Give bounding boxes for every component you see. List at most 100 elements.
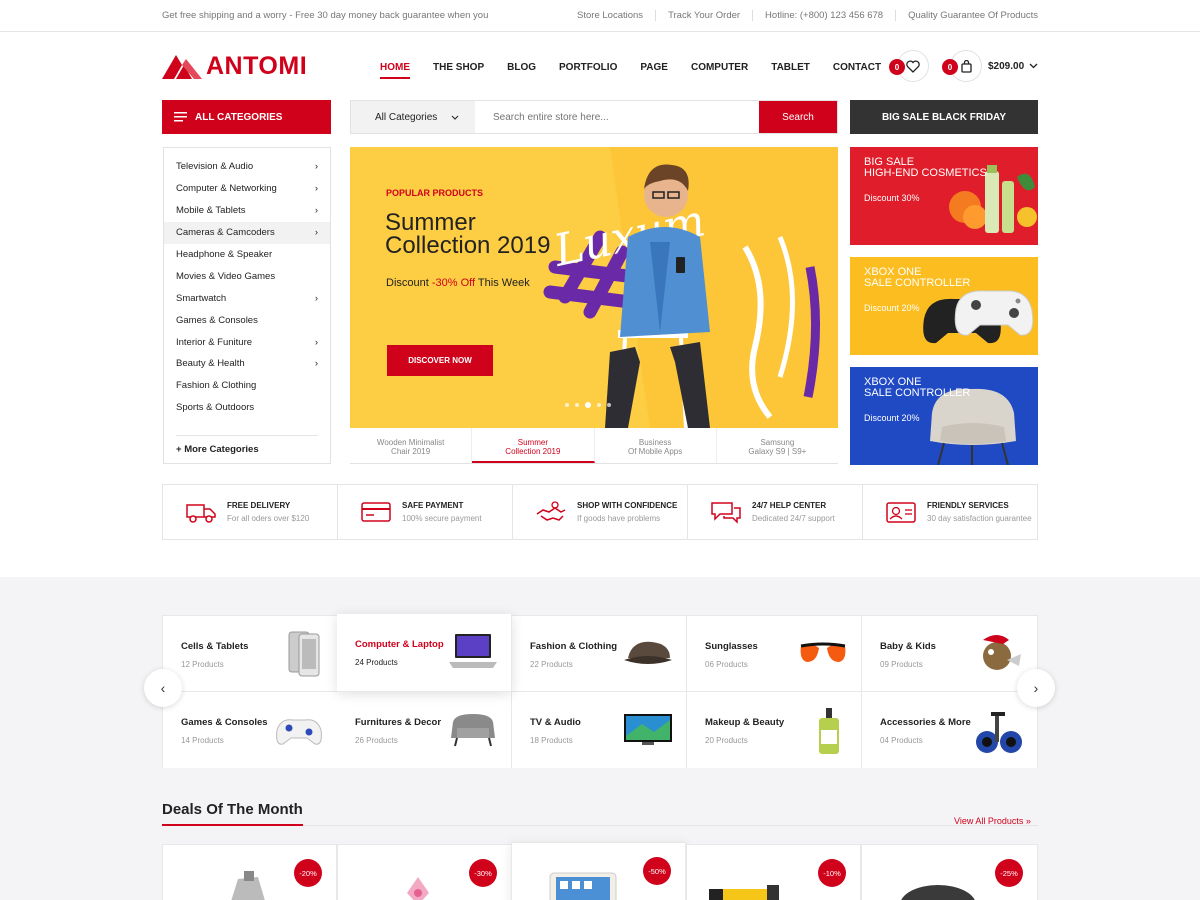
category-count: 12 Products bbox=[181, 660, 224, 669]
nav-tablet[interactable]: TABLET bbox=[771, 62, 810, 79]
nav-blog[interactable]: BLOG bbox=[507, 62, 536, 79]
tab-line: Chair 2019 bbox=[391, 447, 431, 456]
category-card-games-consoles[interactable]: Games & Consoles 14 Products bbox=[163, 692, 338, 768]
deal-product-card[interactable]: -10% bbox=[686, 844, 861, 900]
category-card-cells-tablets[interactable]: Cells & Tablets 12 Products bbox=[163, 616, 338, 692]
category-next-button[interactable]: › bbox=[1017, 669, 1055, 707]
category-card-sunglasses[interactable]: Sunglasses 06 Products bbox=[687, 616, 862, 692]
slider-tab-4[interactable]: Samsung Galaxy S9 | S9+ bbox=[717, 428, 838, 463]
search-category-select[interactable]: All Categories bbox=[351, 101, 475, 133]
nav-page[interactable]: PAGE bbox=[640, 62, 668, 79]
store-locations-link[interactable]: Store Locations bbox=[577, 10, 655, 21]
tv-image bbox=[624, 714, 672, 745]
slider-tab-3[interactable]: Business Of Mobile Apps bbox=[595, 428, 717, 463]
promo-title: BIG SALE HIGH-END COSMETICS bbox=[864, 157, 987, 179]
category-card-baby-kids[interactable]: Baby & Kids 09 Products bbox=[862, 616, 1037, 692]
all-categories-button[interactable]: ALL CATEGORIES bbox=[162, 100, 331, 134]
category-item-headphone-speaker[interactable]: Headphone & Speaker bbox=[164, 244, 330, 266]
nav-home[interactable]: HOME bbox=[380, 62, 410, 79]
deal-product-card[interactable]: -20% bbox=[162, 844, 337, 900]
category-label: Sports & Outdoors bbox=[176, 402, 255, 414]
search-input[interactable] bbox=[475, 101, 759, 133]
wishlist-button[interactable]: 0 bbox=[889, 50, 929, 84]
category-item-smartwatch[interactable]: Smartwatch › bbox=[164, 287, 330, 309]
slider-dot[interactable] bbox=[575, 403, 579, 407]
promo-line2: SALE CONTROLLER bbox=[864, 277, 971, 289]
category-item-cameras-camcoders[interactable]: Cameras & Camcoders › bbox=[164, 221, 330, 244]
chat-icon bbox=[711, 502, 741, 524]
category-count: 09 Products bbox=[880, 660, 923, 669]
category-label: Fashion & Clothing bbox=[176, 380, 257, 392]
search-button[interactable]: Search bbox=[759, 101, 837, 133]
chevron-right-icon: › bbox=[314, 336, 318, 348]
logo-text: ANTOMI bbox=[206, 52, 308, 80]
discover-now-button[interactable]: DISCOVER NOW bbox=[387, 345, 493, 376]
category-item-interior-funiture[interactable]: Interior & Funiture › bbox=[164, 331, 330, 353]
category-label: Smartwatch bbox=[176, 292, 227, 304]
category-item-games-consoles[interactable]: Games & Consoles bbox=[164, 309, 330, 331]
promo-discount: Discount 30% bbox=[864, 193, 920, 203]
deal-product-card[interactable]: -50% bbox=[511, 842, 686, 900]
promo-title: XBOX ONE SALE CONTROLLER bbox=[864, 267, 970, 289]
category-card-furnitures-decor[interactable]: Furnitures & Decor 26 Products bbox=[337, 692, 512, 768]
category-card-tv-audio[interactable]: TV & Audio 18 Products bbox=[512, 692, 687, 768]
category-name: TV & Audio bbox=[530, 717, 581, 728]
category-item-fashion-clothing[interactable]: Fashion & Clothing bbox=[164, 375, 330, 397]
category-card-fashion-clothing[interactable]: Fashion & Clothing 22 Products bbox=[512, 616, 687, 692]
nav-the-shop[interactable]: THE SHOP bbox=[433, 62, 484, 79]
chevron-right-icon: › bbox=[314, 161, 318, 173]
more-categories-link[interactable]: + More Categories bbox=[176, 435, 318, 455]
slider-dot-active[interactable] bbox=[585, 402, 591, 408]
all-categories-label: ALL CATEGORIES bbox=[195, 111, 283, 123]
deal-product-card[interactable]: -30% bbox=[337, 844, 512, 900]
slider-tab-1[interactable]: Wooden Minimalist Chair 2019 bbox=[350, 428, 473, 463]
category-card-accessories-more[interactable]: Accessories & More 04 Products bbox=[862, 692, 1037, 768]
category-label: Movies & Video Games bbox=[176, 270, 276, 282]
category-item-movies-video-games[interactable]: Movies & Video Games bbox=[164, 265, 330, 287]
feature-title: FRIENDLY SERVICES bbox=[927, 501, 1009, 510]
promo-discount: Discount 20% bbox=[864, 413, 920, 423]
category-label: Beauty & Health bbox=[176, 358, 245, 370]
chevron-down-icon[interactable] bbox=[1029, 63, 1038, 69]
feature-title: 24/7 HELP CENTER bbox=[752, 501, 827, 510]
category-card-makeup-beauty[interactable]: Makeup & Beauty 20 Products bbox=[687, 692, 862, 768]
nav-computer[interactable]: COMPUTER bbox=[691, 62, 748, 79]
cart-total[interactable]: $209.00 bbox=[988, 61, 1024, 72]
promo-xbox-1[interactable]: XBOX ONE SALE CONTROLLER Discount 20% bbox=[850, 257, 1038, 355]
category-item-mobile-tablets[interactable]: Mobile & Tablets › bbox=[164, 200, 330, 222]
quality-guarantee-link[interactable]: Quality Guarantee Of Products bbox=[895, 10, 1038, 21]
category-item-computer-networking[interactable]: Computer & Networking › bbox=[164, 178, 330, 200]
hero-slider: Luxum POPULAR PRODUCTS Summer Collection… bbox=[350, 147, 838, 428]
slider-dot[interactable] bbox=[597, 403, 601, 407]
slider-dot[interactable] bbox=[607, 403, 611, 407]
category-item-beauty-health[interactable]: Beauty & Health › bbox=[164, 353, 330, 375]
category-item-sports-outdoors[interactable]: Sports & Outdoors bbox=[164, 397, 330, 419]
promo-title: XBOX ONE SALE CONTROLLER bbox=[864, 377, 970, 399]
nav-contact[interactable]: CONTACT bbox=[833, 62, 881, 79]
deal-product-card[interactable]: -25% bbox=[861, 844, 1038, 900]
category-count: 06 Products bbox=[705, 660, 748, 669]
promo-cosmetics[interactable]: BIG SALE HIGH-END COSMETICS Discount 30% bbox=[850, 147, 1038, 245]
product-image bbox=[231, 871, 265, 900]
view-all-products-link[interactable]: View All Products » bbox=[954, 816, 1031, 826]
promo-xbox-2[interactable]: XBOX ONE SALE CONTROLLER Discount 20% bbox=[850, 367, 1038, 465]
category-name: Accessories & More bbox=[880, 717, 971, 728]
feature-subtitle: If goods have problems bbox=[577, 514, 661, 523]
big-sale-banner[interactable]: BIG SALE BLACK FRIDAY bbox=[850, 100, 1038, 134]
slider-dot[interactable] bbox=[565, 403, 569, 407]
category-item-television-audio[interactable]: Television & Audio › bbox=[164, 156, 330, 178]
slider-tab-2[interactable]: Summer Collection 2019 bbox=[472, 428, 595, 463]
nav-portfolio[interactable]: PORTFOLIO bbox=[559, 62, 617, 79]
gamepad-image bbox=[276, 719, 322, 745]
product-image bbox=[549, 872, 617, 900]
category-card-computer-laptop[interactable]: Computer & Laptop 24 Products bbox=[337, 614, 512, 692]
category-name: Furnitures & Decor bbox=[355, 717, 442, 728]
category-prev-button[interactable]: ‹ bbox=[144, 669, 182, 707]
heart-icon bbox=[906, 59, 920, 73]
logo[interactable]: ANTOMI bbox=[162, 52, 307, 81]
cart-button[interactable]: 0 bbox=[942, 50, 982, 84]
category-count: 14 Products bbox=[181, 736, 224, 745]
track-order-link[interactable]: Track Your Order bbox=[655, 10, 752, 21]
hotline-link[interactable]: Hotline: (+800) 123 456 678 bbox=[752, 10, 895, 21]
product-image bbox=[709, 885, 779, 900]
